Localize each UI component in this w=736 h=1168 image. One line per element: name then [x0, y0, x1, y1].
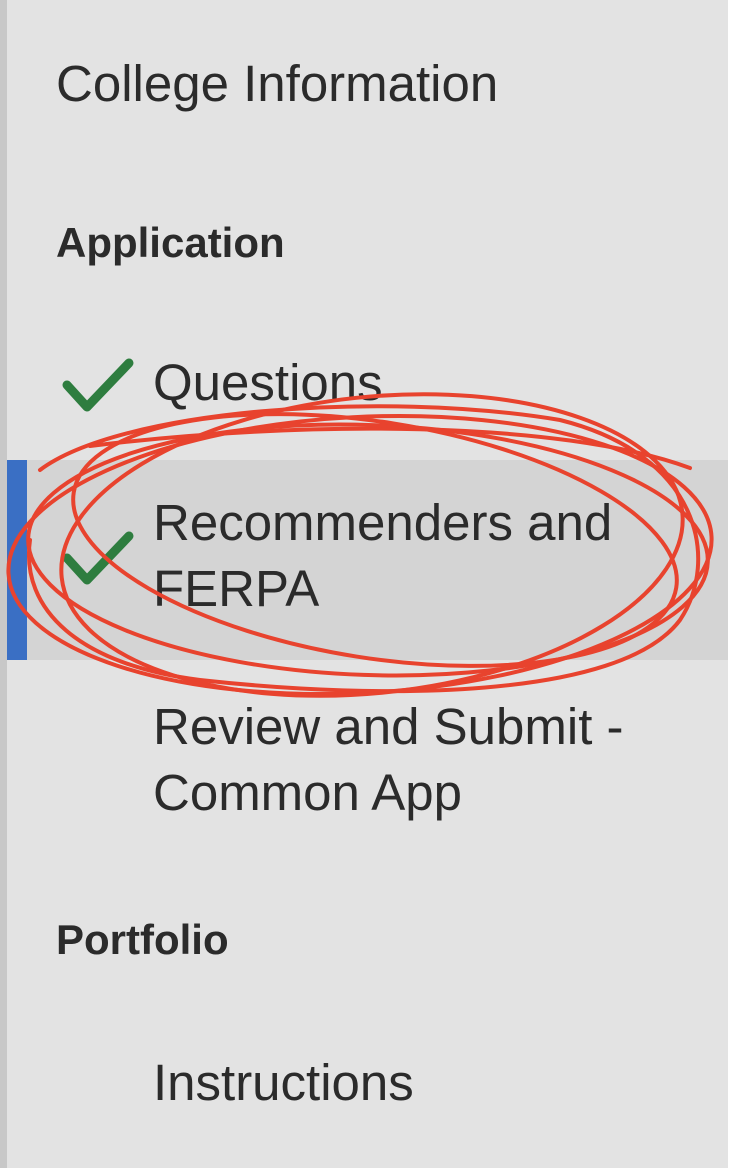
- application-sidebar: College Information Application Question…: [0, 0, 736, 1168]
- sidebar-item-label: Recommenders and FERPA: [153, 494, 613, 617]
- sidebar-item-questions[interactable]: Questions: [7, 350, 728, 450]
- sidebar-item-instructions[interactable]: Instructions: [7, 1050, 728, 1130]
- sidebar-item-label: Instructions: [153, 1054, 414, 1111]
- sidebar-left-border: [0, 0, 7, 1168]
- checkmark-icon: [62, 358, 134, 412]
- portfolio-section-heading: Portfolio: [56, 916, 229, 963]
- application-section-heading: Application: [56, 219, 285, 266]
- sidebar-item-review-submit[interactable]: Review and Submit - Common App: [7, 694, 728, 834]
- active-indicator: [7, 460, 27, 660]
- checkmark-icon: [62, 531, 134, 585]
- sidebar-item-recommenders-ferpa[interactable]: Recommenders and FERPA: [7, 460, 728, 660]
- sidebar-item-label: Review and Submit - Common App: [153, 698, 624, 821]
- sidebar-item-label: Questions: [153, 354, 383, 411]
- college-information-link[interactable]: College Information: [56, 52, 498, 116]
- sidebar-right-edge: [728, 0, 736, 1168]
